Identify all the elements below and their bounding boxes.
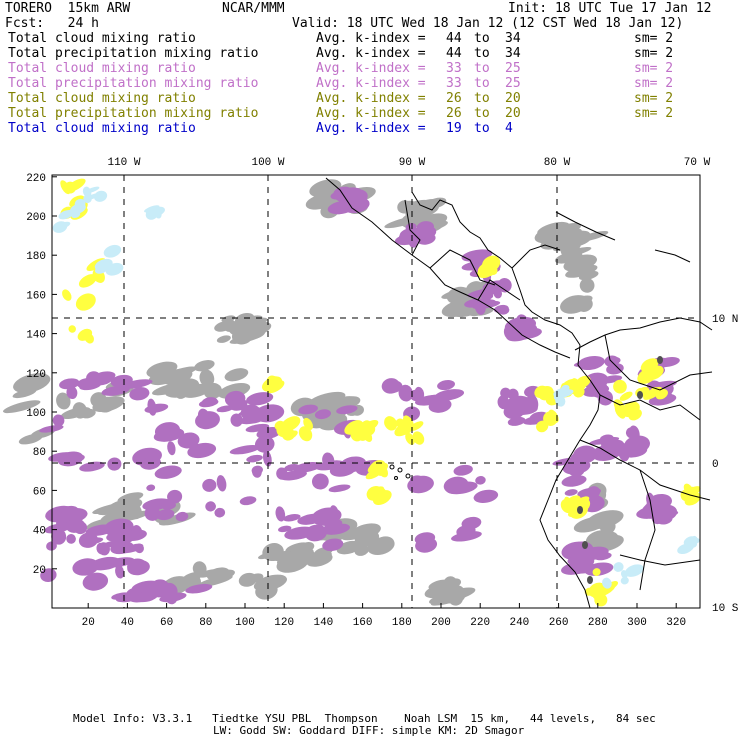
cloud-blob [246,454,263,463]
y-tick-label: 220 [26,173,46,185]
cloud-blob [167,441,176,456]
cloud-blob [637,391,643,399]
longitude-label: 110 W [107,157,140,169]
x-tick-label: 120 [274,617,294,629]
cloud-blob [79,461,105,472]
cloud-blob [68,325,76,333]
cloud-blob [107,457,122,471]
x-tick-label: 60 [160,617,173,629]
y-tick-label: 100 [26,408,46,420]
y-tick-label: 80 [33,447,46,459]
cloud-blob [582,541,588,549]
cloud-blob [216,475,227,492]
x-tick-label: 140 [313,617,333,629]
y-tick-label: 200 [26,212,46,224]
y-tick-label: 180 [26,251,46,263]
x-tick-label: 160 [353,617,373,629]
x-tick-label: 260 [549,617,569,629]
latitude-label: 10 S [712,603,739,615]
cloud-blob [473,489,499,503]
cloud-blob [214,507,226,518]
physics-info: LW: Godd SW: Goddard DIFF: simple KM: 2D… [213,724,525,737]
y-tick-label: 20 [33,565,46,577]
x-tick-label: 300 [627,617,647,629]
longitude-label: 70 W [684,157,711,169]
x-tick-label: 240 [509,617,529,629]
cloud-blob [328,484,351,493]
cloud-blob [587,576,593,584]
y-tick-label: 40 [33,526,46,538]
x-tick-label: 320 [666,617,686,629]
cloud-blob [239,496,257,506]
cloud-blob [561,475,587,487]
latitude-label: 0 [712,459,719,471]
cloud-blob [216,335,231,343]
forecast-map: 220 200 180 160 140 120 100 80 60 40 20 20 40 60 80 100… [2,157,739,629]
y-tick-label: 60 [33,486,46,498]
cloud-blob [62,289,72,301]
cloud-blob [75,293,96,311]
cloud-blob [202,478,217,492]
x-tick-label: 280 [588,617,608,629]
cloud-blob [657,356,663,364]
cloud-blob [311,473,329,490]
cloud-blob [224,368,249,382]
longitude-label: 100 W [251,157,284,169]
x-tick-label: 100 [235,617,255,629]
cloud-blob [146,484,156,492]
x-tick-label: 220 [470,617,490,629]
x-tick-label: 20 [82,617,95,629]
y-tick-label: 160 [26,290,46,302]
cloud-blob [453,464,473,476]
y-tick-label: 140 [26,330,46,342]
x-tick-label: 80 [199,617,212,629]
cloud-blob [147,398,157,416]
x-tick-label: 180 [392,617,412,629]
cloud-blob [577,506,583,514]
longitude-label: 90 W [399,157,426,169]
cloud-blob [66,534,76,544]
latitude-label: 10 N [712,314,738,326]
x-tick-label: 40 [121,617,134,629]
x-tick-label: 200 [431,617,451,629]
y-tick-label: 120 [26,369,46,381]
longitude-label: 80 W [544,157,571,169]
cloud-blob [205,501,216,512]
